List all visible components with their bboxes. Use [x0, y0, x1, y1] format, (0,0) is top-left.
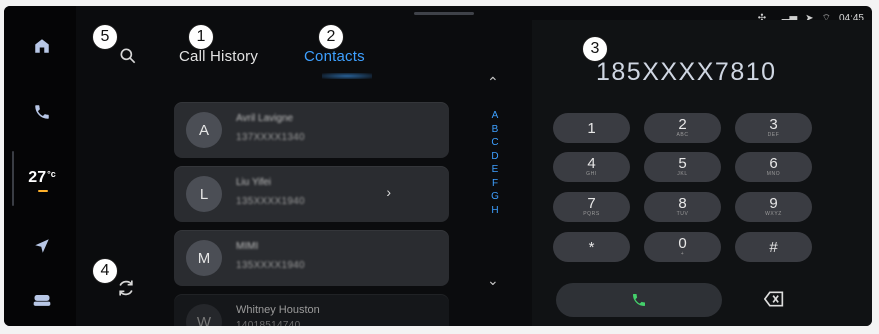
avatar: M	[186, 240, 222, 276]
index-letter[interactable]: E	[485, 163, 505, 177]
dial-key[interactable]: 8 TUV	[644, 192, 721, 222]
rail-scroll-indicator	[12, 151, 14, 206]
key-digit: 6	[769, 155, 778, 172]
car-seat-icon	[33, 295, 51, 306]
contact-row[interactable]: A Avril Lavigne 137XXXX1340	[174, 102, 449, 158]
key-digit: #	[769, 238, 778, 256]
frame: 27 °c ✣ ▁▃▅ ➤ ⌔ 04:45 Call History Conta…	[0, 0, 879, 334]
callout-badge: 2	[318, 24, 344, 50]
contact-row[interactable]: W Whitney Houston 14018514740	[174, 294, 449, 326]
key-digit: 1	[587, 119, 596, 137]
key-letters: MNO	[766, 171, 781, 177]
key-letters: PQRS	[583, 211, 600, 217]
index-letter[interactable]: F	[485, 177, 505, 191]
chevron-up-icon[interactable]: ⌃	[487, 74, 499, 91]
dial-key[interactable]: 4 GHI	[553, 152, 630, 182]
dialed-number: 185XXXX7810	[596, 58, 777, 86]
contact-name: Avril Lavigne	[236, 113, 294, 124]
key-letters: ABC	[676, 132, 689, 138]
key-digit: 5	[678, 155, 687, 172]
temperature-underline	[38, 190, 48, 192]
contact-row[interactable]: L Liu Yifei 135XXXX1940 ›	[174, 166, 449, 222]
key-digit: 7	[587, 195, 596, 212]
callout-badge: 4	[92, 258, 118, 284]
contact-number: 137XXXX1340	[236, 132, 305, 143]
refresh-button[interactable]	[116, 278, 138, 300]
index-letter[interactable]: B	[485, 123, 505, 137]
key-digit: 8	[678, 195, 687, 212]
dial-key[interactable]: 1	[553, 113, 630, 143]
head-unit-screen: 27 °c ✣ ▁▃▅ ➤ ⌔ 04:45 Call History Conta…	[4, 6, 872, 326]
contact-name: Whitney Houston	[236, 304, 320, 316]
dial-key[interactable]: 9 WXYZ	[735, 192, 812, 222]
key-digit: 3	[769, 116, 778, 133]
phone-icon	[35, 105, 49, 119]
search-button[interactable]	[118, 46, 140, 68]
top-handle	[414, 12, 474, 15]
temperature-value: 27	[28, 169, 47, 186]
dial-key[interactable]: *	[553, 232, 630, 262]
search-icon	[120, 48, 136, 64]
key-letters: GHI	[586, 171, 597, 177]
dial-key[interactable]: 3 DEF	[735, 113, 812, 143]
chevron-down-icon[interactable]: ⌄	[487, 272, 499, 289]
backspace-button[interactable]	[763, 291, 784, 312]
callout-badge: 5	[92, 24, 118, 50]
key-digit: *	[588, 238, 595, 256]
tab-call-history[interactable]: Call History	[179, 48, 258, 65]
contact-number: 135XXXX1940	[236, 196, 305, 207]
vehicle-button[interactable]	[22, 280, 62, 320]
contact-name: Liu Yifei	[236, 177, 272, 188]
temperature-button[interactable]: 27 °c	[16, 156, 68, 200]
key-digit: 4	[587, 155, 596, 172]
dial-key[interactable]: 2 ABC	[644, 113, 721, 143]
navigation-arrow-icon	[35, 239, 49, 253]
index-letter[interactable]: A	[485, 109, 505, 123]
contact-number: 135XXXX1940	[236, 260, 305, 271]
index-letter[interactable]: D	[485, 150, 505, 164]
backspace-icon	[763, 291, 784, 307]
phone-button[interactable]	[22, 92, 62, 132]
key-digit: 9	[769, 195, 778, 212]
index-letter[interactable]: H	[485, 204, 505, 218]
chevron-right-icon[interactable]: ›	[386, 184, 391, 200]
navigation-button[interactable]	[22, 226, 62, 266]
refresh-icon	[119, 280, 133, 296]
tab-contacts[interactable]: Contacts	[304, 48, 365, 65]
avatar: A	[186, 112, 222, 148]
contact-row[interactable]: M MIMI 135XXXX1940	[174, 230, 449, 286]
left-rail: 27 °c	[4, 6, 76, 326]
avatar: L	[186, 176, 222, 212]
key-letters: WXYZ	[765, 211, 782, 217]
callout-badge: 1	[188, 24, 214, 50]
temperature-unit: °c	[47, 168, 56, 179]
dial-key[interactable]: 6 MNO	[735, 152, 812, 182]
index-letter[interactable]: C	[485, 136, 505, 150]
call-button[interactable]	[556, 283, 722, 317]
phone-icon	[633, 294, 645, 306]
avatar: W	[186, 304, 222, 326]
dial-key[interactable]: 5 JKL	[644, 152, 721, 182]
key-letters: +	[680, 251, 685, 257]
key-letters: JKL	[677, 171, 688, 177]
index-letter[interactable]: G	[485, 190, 505, 204]
key-digit: 0	[678, 235, 687, 252]
dial-key[interactable]: 7 PQRS	[553, 192, 630, 222]
dial-key[interactable]: #	[735, 232, 812, 262]
home-icon	[35, 39, 49, 53]
callout-badge: 3	[582, 36, 608, 62]
alphabet-index[interactable]: A B C D E F G H	[485, 109, 505, 217]
dial-key[interactable]: 0 +	[644, 232, 721, 262]
contact-name: MIMI	[236, 241, 259, 252]
active-tab-indicator	[322, 73, 372, 79]
key-letters: TUV	[676, 211, 689, 217]
key-digit: 2	[678, 116, 687, 133]
key-letters: DEF	[767, 132, 780, 138]
contact-number: 14018514740	[236, 320, 301, 326]
